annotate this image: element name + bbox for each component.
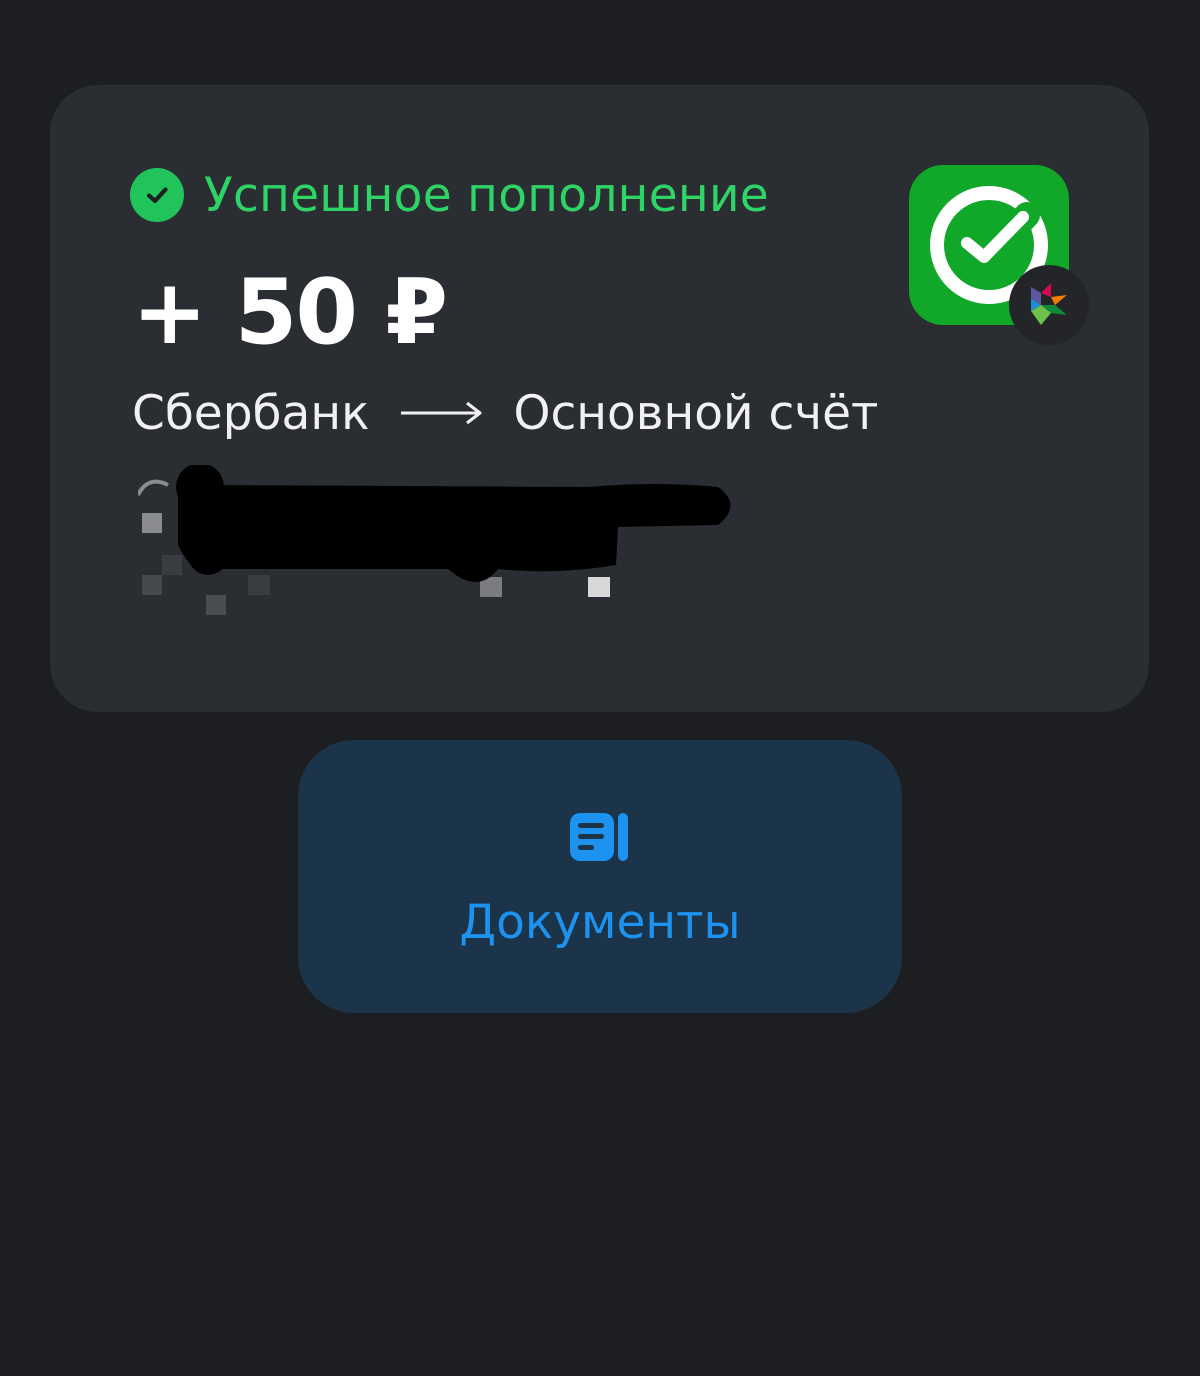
documents-label: Документы <box>459 895 741 950</box>
source-account: Сбербанк <box>132 385 370 441</box>
destination-account: Основной счёт <box>513 385 879 441</box>
operation-card: Успешное пополнение + 50 ₽ Сбербанк Осно… <box>50 85 1149 712</box>
transfer-route: Сбербанк Основной счёт <box>132 383 878 443</box>
status-row: Успешное пополнение <box>130 165 769 225</box>
amount: + 50 ₽ <box>132 260 448 365</box>
check-circle-icon <box>130 168 184 222</box>
documents-icon <box>568 809 632 865</box>
status-text: Успешное пополнение <box>204 167 770 223</box>
arrow-right-icon <box>399 401 483 425</box>
redacted-area <box>136 463 748 625</box>
documents-button[interactable]: Документы <box>298 740 902 1013</box>
sbp-logo-icon <box>1009 265 1089 345</box>
